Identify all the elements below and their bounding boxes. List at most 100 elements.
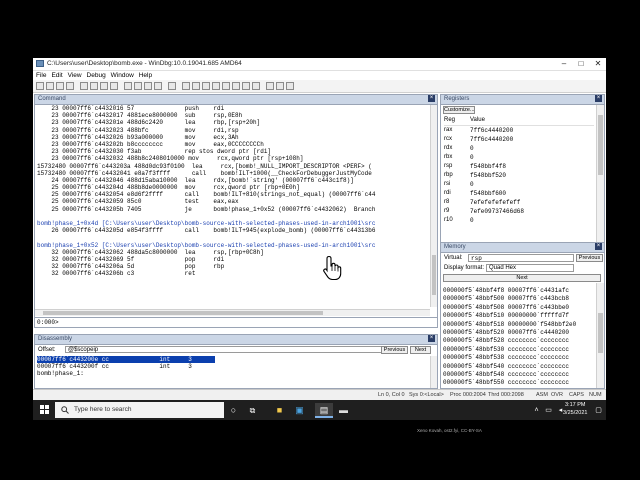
menu-window[interactable]: Window	[111, 71, 134, 80]
clock-time[interactable]: 3:17 PM	[565, 402, 585, 408]
command-input-field[interactable]: 0:000>	[35, 317, 437, 327]
register-value[interactable]: f548bbf4f8	[470, 163, 506, 170]
restart-icon[interactable]	[90, 82, 98, 90]
command-horizontal-scrollbar[interactable]	[35, 309, 430, 316]
disassembly-pane-header: Disassembly ×	[35, 335, 437, 345]
source-mode-icon[interactable]	[266, 82, 274, 90]
memory-pane-close-icon[interactable]: ×	[595, 243, 602, 250]
command-hscroll-thumb[interactable]	[43, 311, 323, 315]
notifications-icon[interactable]: ▢	[591, 403, 606, 418]
command-output-line: 25 00007ff6`c4432059 85c0 test eax,eax	[37, 198, 239, 206]
go-icon[interactable]	[80, 82, 88, 90]
cortana-icon[interactable]: ○	[226, 403, 241, 418]
run-to-cursor-icon[interactable]	[154, 82, 162, 90]
paste-icon[interactable]	[66, 82, 74, 90]
windows-start-icon[interactable]	[40, 405, 50, 415]
memory-row: 000000f5`48bbf520 00007ff6`c4440200	[443, 329, 570, 336]
memory-vertical-scrollbar[interactable]	[596, 283, 604, 388]
store-icon[interactable]: ▣	[292, 403, 307, 418]
memory-row: 000000f5`48bbf518 00000000`f548bbf2e0	[443, 320, 577, 328]
command-output-line: 25 00007ff6`c4432054 e8d6f2ffff call bom…	[37, 191, 376, 199]
status-ovr: OVR	[551, 392, 563, 398]
status-position: Ln 0, Col 0	[378, 392, 405, 398]
disassembly-pane-close-icon[interactable]: ×	[428, 335, 435, 342]
step-into-icon[interactable]	[124, 82, 132, 90]
register-value[interactable]: 7efefefefefeff	[470, 199, 520, 206]
customize-button[interactable]: Customize...	[443, 106, 475, 114]
command-vertical-scrollbar[interactable]	[430, 105, 437, 307]
menu-debug[interactable]: Debug	[87, 71, 106, 80]
scratch-pad-icon[interactable]	[252, 82, 260, 90]
source-location-line[interactable]: bomb!phase_1+0x52 [C:\Users\user\Desktop…	[37, 242, 430, 249]
register-value[interactable]: 7efe09737466d68	[470, 208, 524, 215]
disassembly-row[interactable]: 00007ff6`c443200f cc int 3	[37, 363, 430, 370]
close-icon[interactable]: ✕	[590, 58, 606, 70]
register-value[interactable]: f548bbf600	[470, 190, 506, 197]
disassembly-vertical-scrollbar[interactable]	[430, 356, 437, 388]
locals-window-icon[interactable]	[202, 82, 210, 90]
memory-next-button[interactable]: Next	[443, 274, 601, 282]
register-value[interactable]: 7ff6c4440200	[470, 136, 513, 143]
step-over-icon[interactable]	[134, 82, 142, 90]
register-value[interactable]: f548bbf520	[470, 172, 506, 179]
register-value[interactable]: 7ff6c4440200	[470, 127, 513, 134]
command-pane-title: Command	[38, 96, 66, 102]
taskbar-search-box[interactable]: Type here to search	[55, 402, 224, 418]
stop-icon[interactable]	[100, 82, 108, 90]
register-value[interactable]: 0	[470, 217, 474, 224]
cut-icon[interactable]	[46, 82, 54, 90]
menu-help[interactable]: Help	[139, 71, 152, 80]
clock-date[interactable]: 3/25/2021	[563, 410, 587, 416]
display-format-select[interactable]: Quad Hex	[486, 264, 574, 272]
registers-pane-header: Registers ×	[441, 95, 604, 105]
disassembly-previous-button[interactable]: Previous	[381, 346, 408, 354]
memory-row: 000000f5`48bbf548 cccccccc`cccccccc	[443, 371, 570, 378]
minimize-icon[interactable]: –	[556, 58, 572, 70]
register-name: r10	[444, 217, 453, 223]
command-output-line: 25 00007ff6`c443204d 488b8de0000000 mov …	[37, 184, 300, 192]
copy-icon[interactable]	[56, 82, 64, 90]
open-icon[interactable]	[36, 82, 44, 90]
source-location-line[interactable]: bomb!phase_1+0x4d [C:\Users\user\Desktop…	[37, 220, 430, 227]
menu-view[interactable]: View	[68, 71, 82, 80]
register-value[interactable]: 0	[470, 154, 474, 161]
breakpoint-icon[interactable]	[168, 82, 176, 90]
register-value[interactable]: 0	[470, 181, 474, 188]
virtual-address-input[interactable]: rsp	[468, 254, 574, 262]
maximize-icon[interactable]: □	[573, 58, 589, 70]
file-explorer-icon[interactable]: ■	[272, 403, 287, 418]
task-view-icon[interactable]: ⧉	[245, 403, 260, 418]
memory-row: 000000f5`48bbf508 00007ff6`c443bbe0	[443, 303, 570, 311]
command-window-icon[interactable]	[182, 82, 190, 90]
disassembly-row[interactable]: bomb!phase_1:	[37, 370, 430, 377]
memory-scroll-thumb[interactable]	[598, 313, 603, 353]
command-pane-close-icon[interactable]: ×	[428, 95, 435, 102]
registers-window-icon[interactable]	[212, 82, 220, 90]
break-icon[interactable]	[110, 82, 118, 90]
disassembly-listing: 00007ff6`c443200e cc int 3 00007ff6`c4432…	[35, 356, 430, 388]
watch-window-icon[interactable]	[192, 82, 200, 90]
registers-pane-close-icon[interactable]: ×	[595, 95, 602, 102]
disassembly-next-button[interactable]: Next	[410, 346, 431, 354]
desktop-screen: C:\Users\user\Desktop\bomb.exe - WinDbg:…	[33, 58, 606, 420]
status-caps: CAPS	[569, 392, 584, 398]
options-icon[interactable]	[286, 82, 294, 90]
memory-row: 000000f5`48bbf540 cccccccc`cccccccc	[443, 362, 570, 370]
memory-window-icon[interactable]	[222, 82, 230, 90]
memory-previous-button[interactable]: Previous	[576, 254, 603, 262]
current-instruction-row[interactable]: 00007ff6`c443200e cc int 3	[37, 356, 215, 364]
windbg-taskbar-icon[interactable]: ▤	[315, 403, 333, 418]
registers-scroll-thumb[interactable]	[598, 115, 603, 175]
call-stack-window-icon[interactable]	[232, 82, 240, 90]
step-out-icon[interactable]	[144, 82, 152, 90]
command-output-line: 23 00007ff6`c4432026 b93a000000 mov ecx,…	[37, 133, 239, 141]
register-name: r8	[444, 199, 450, 205]
offset-input[interactable]: @$scopeip	[65, 346, 407, 353]
terminal-taskbar-icon[interactable]: ▬	[336, 403, 351, 418]
register-value[interactable]: 0	[470, 145, 474, 152]
command-scroll-thumb[interactable]	[432, 255, 436, 295]
font-icon[interactable]	[276, 82, 284, 90]
menu-file[interactable]: File	[36, 71, 46, 80]
menu-edit[interactable]: Edit	[51, 71, 62, 80]
disassembly-window-icon[interactable]	[242, 82, 250, 90]
